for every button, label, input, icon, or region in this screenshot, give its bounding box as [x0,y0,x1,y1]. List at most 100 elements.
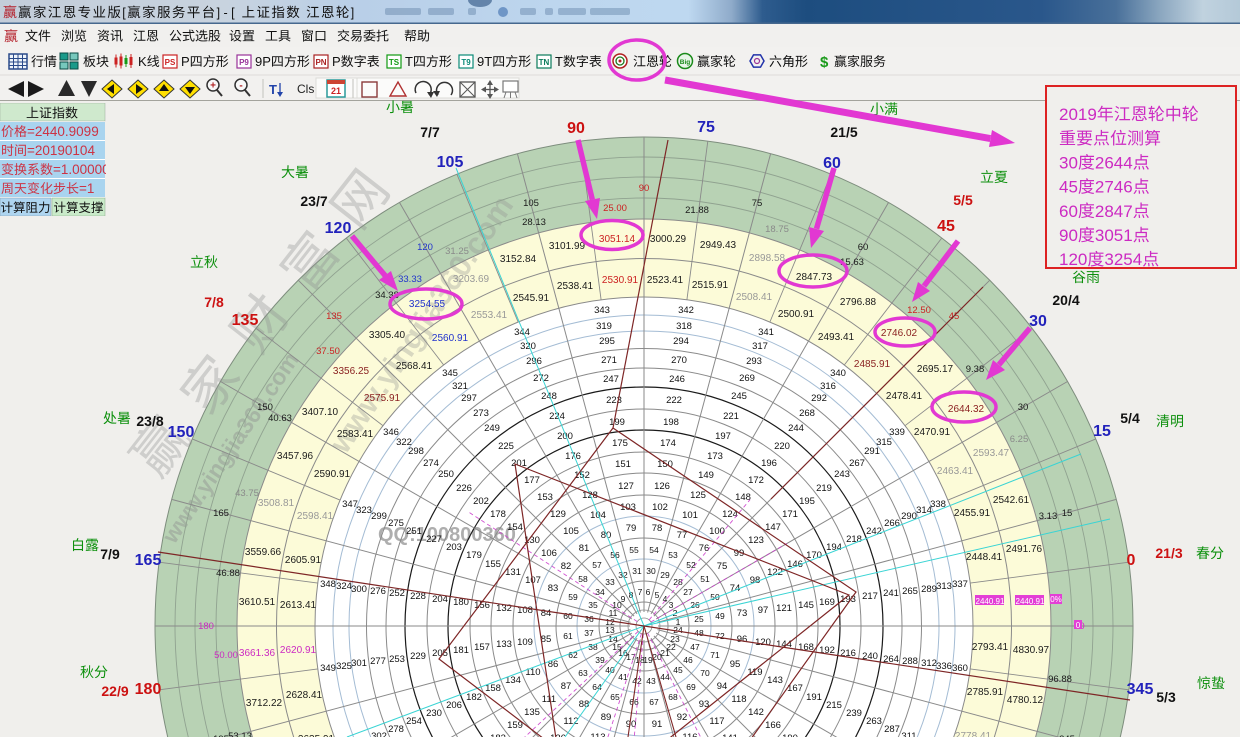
svg-text:2620.91: 2620.91 [280,645,317,656]
svg-text:12.50: 12.50 [907,305,931,316]
svg-text:52: 52 [686,560,696,570]
svg-text:TS: TS [389,58,400,67]
svg-text:7/8: 7/8 [204,294,224,310]
svg-text:110: 110 [525,667,540,678]
svg-text:299: 299 [371,511,387,522]
svg-text:246: 246 [669,374,685,385]
svg-text:2478.41: 2478.41 [886,391,923,402]
svg-text:21.88: 21.88 [685,205,709,216]
svg-text:105: 105 [437,154,464,171]
svg-text:120: 120 [755,637,771,648]
svg-text:2575.91: 2575.91 [364,393,401,404]
svg-text:9T: 9T [477,54,492,69]
svg-text:49: 49 [715,611,725,621]
svg-text:155: 155 [485,559,501,570]
svg-text:149: 149 [698,470,714,481]
svg-text:5/5: 5/5 [953,192,973,208]
svg-text:3254.55: 3254.55 [409,299,446,310]
svg-text:125: 125 [690,490,706,501]
svg-text:206: 206 [446,700,462,711]
svg-text:150: 150 [657,459,673,470]
svg-text:275: 275 [388,518,404,529]
svg-text:250: 250 [438,469,454,480]
svg-text:2542.61: 2542.61 [993,495,1030,506]
svg-text:302: 302 [371,731,387,737]
svg-text:113: 113 [590,732,605,737]
svg-text:2491.76: 2491.76 [1006,544,1043,555]
svg-text:175: 175 [612,438,628,449]
svg-text:222: 222 [666,395,682,406]
svg-text:127: 127 [618,481,634,492]
svg-text:60: 60 [563,611,573,621]
svg-text:105: 105 [523,198,539,209]
svg-text:360: 360 [952,663,968,674]
svg-text:345: 345 [442,368,458,379]
svg-text:=2440.9099: =2440.9099 [27,124,99,139]
svg-text:268: 268 [799,408,815,419]
svg-text:169: 169 [819,597,835,608]
svg-text:217: 217 [862,591,878,602]
svg-text:T9: T9 [461,58,471,67]
svg-text:0%: 0% [1050,595,1062,604]
svg-text:165: 165 [135,552,162,569]
svg-text:253: 253 [389,654,405,665]
svg-text:59: 59 [568,592,578,602]
svg-text:150: 150 [168,424,195,441]
svg-text:21/3: 21/3 [1155,545,1182,561]
svg-text:297: 297 [461,393,477,404]
svg-text:121: 121 [776,603,792,614]
svg-text:244: 244 [788,423,804,434]
svg-text:292: 292 [811,393,827,404]
svg-text:133: 133 [496,639,512,650]
svg-text:61: 61 [563,631,573,641]
svg-text:2493.41: 2493.41 [818,332,855,343]
svg-text:2485.91: 2485.91 [854,359,891,370]
svg-text:199: 199 [609,417,625,428]
svg-text:198: 198 [663,417,679,428]
svg-text:6.25: 6.25 [1010,434,1029,445]
svg-text:31.25: 31.25 [445,246,469,257]
svg-text:123: 123 [748,535,764,546]
svg-text:2523.41: 2523.41 [647,275,684,286]
svg-text:239: 239 [846,708,862,719]
svg-text:73: 73 [737,608,748,619]
svg-text:75: 75 [697,119,715,136]
svg-text:342: 342 [678,305,694,316]
svg-text:116: 116 [682,732,697,737]
svg-text:321: 321 [452,381,468,392]
svg-text:2455.91: 2455.91 [954,508,991,519]
svg-text:39: 39 [595,655,605,665]
svg-text:316: 316 [820,381,836,392]
svg-text:178: 178 [490,509,506,520]
svg-text:229: 229 [410,651,426,662]
svg-text:226: 226 [456,483,472,494]
svg-text:2440.91: 2440.91 [1016,597,1045,606]
svg-text:3.13: 3.13 [1039,511,1058,522]
svg-text:2949.43: 2949.43 [700,240,737,251]
svg-text:2515.91: 2515.91 [692,280,729,291]
svg-text:3610.51: 3610.51 [239,597,276,608]
svg-text:203: 203 [446,542,462,553]
svg-text:4830.97: 4830.97 [1013,645,1050,656]
svg-text:90: 90 [567,120,585,137]
svg-text:82: 82 [561,561,572,572]
svg-text:]: ] [351,6,354,20]
svg-text:147: 147 [765,522,781,533]
svg-text:346: 346 [383,427,399,438]
svg-text:2553.41: 2553.41 [471,310,508,321]
svg-text:340: 340 [830,368,846,379]
svg-text:254: 254 [406,716,422,727]
svg-text:94: 94 [717,681,728,692]
svg-text:322: 322 [396,437,412,448]
svg-text:118: 118 [731,694,746,705]
svg-text:325: 325 [336,661,352,672]
svg-text:301: 301 [351,658,367,669]
svg-text:2530.91: 2530.91 [602,275,639,286]
svg-text:345: 345 [1127,681,1154,698]
svg-text:2746.02: 2746.02 [881,328,918,339]
svg-text:277: 277 [370,656,386,667]
svg-text:75: 75 [752,198,763,209]
svg-text:227: 227 [426,534,442,545]
svg-text:33: 33 [605,577,615,587]
svg-text:2508.41: 2508.41 [736,292,773,303]
